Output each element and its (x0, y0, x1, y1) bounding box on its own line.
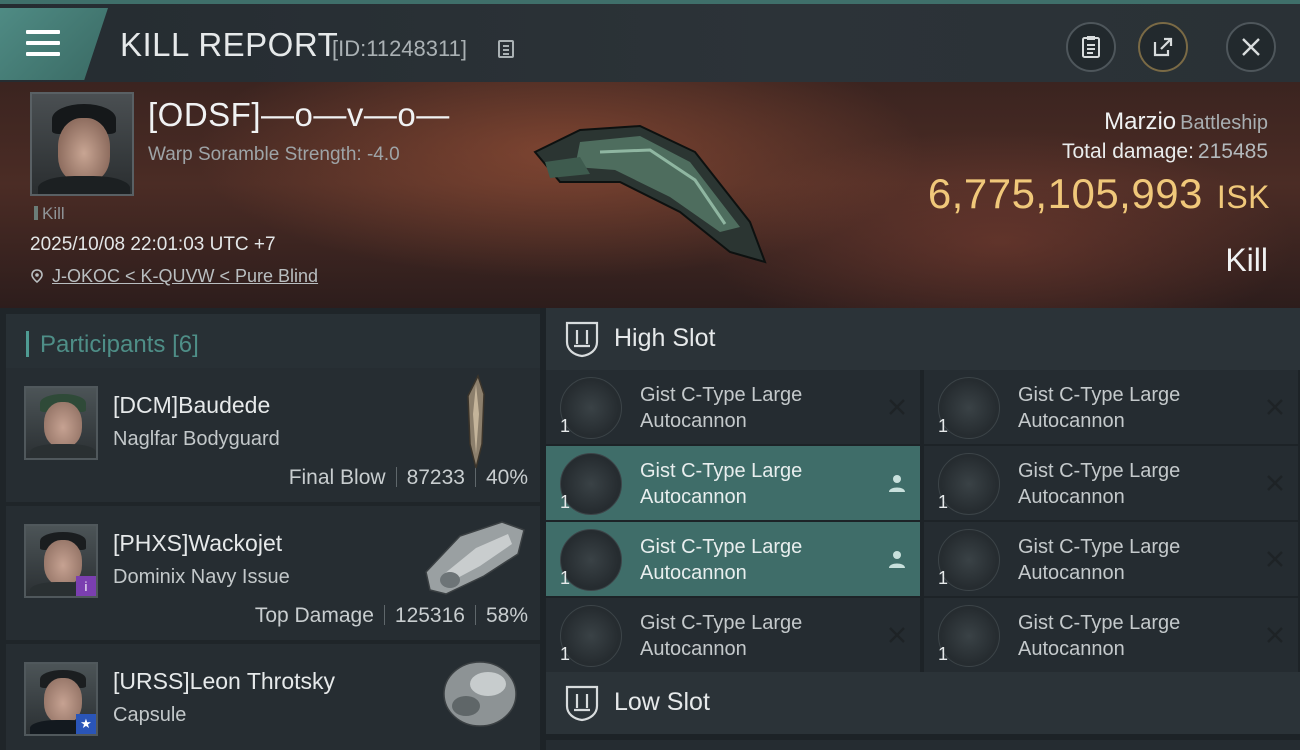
module-slot[interactable]: 1 Gist C-Type Large Autocannon (546, 598, 920, 672)
participant-percent: 58% (485, 604, 528, 627)
destroyed-icon (1267, 551, 1283, 567)
copy-icon[interactable] (498, 40, 514, 58)
participant-card[interactable]: [DCM]Baudede Naglfar Bodyguard Final Blo… (6, 368, 540, 502)
participant-name[interactable]: [URSS]Leon Throtsky (113, 668, 335, 695)
destroyed-icon (1267, 399, 1283, 415)
participant-ship-image (425, 521, 525, 595)
star-badge-icon: ★ (76, 714, 96, 734)
header-bar: KILL REPORT [ID:11248311] (0, 0, 1300, 82)
module-name: Gist C-Type Large Autocannon (1018, 612, 1181, 660)
module-quantity: 1 (938, 416, 949, 436)
module-slot[interactable]: 1 Gist C-Type Large Autocannon (924, 522, 1298, 596)
module-slot[interactable]: 1 Gist C-Type Large Autocannon (924, 370, 1298, 444)
module-quantity: 1 (560, 568, 571, 588)
hamburger-icon (26, 30, 60, 58)
victim-ship-class: Battleship (1180, 112, 1268, 134)
location-pin-icon (31, 269, 43, 283)
module-slot[interactable]: 1 Gist C-Type Large Autocannon (924, 446, 1298, 520)
participant-stats: Top Damage 125316 58% (255, 604, 528, 628)
victim-name[interactable]: [ODSF]—o—v—o— (148, 96, 450, 134)
participant-name[interactable]: [DCM]Baudede (113, 392, 270, 419)
module-quantity: 1 (560, 416, 571, 436)
page-title: KILL REPORT (120, 26, 339, 63)
module-quantity: 1 (560, 644, 571, 664)
participant-card[interactable]: i [PHXS]Wackojet Dominix Navy Issue Top … (6, 506, 540, 640)
participant-ship-image (443, 661, 517, 727)
participant-portrait[interactable] (24, 386, 98, 460)
module-quantity: 1 (938, 568, 949, 588)
fittings-panel: High Slot 1 Gist C-Type Large Autocannon … (540, 308, 1300, 750)
isk-amount: 6,775,105,993 (927, 170, 1203, 217)
kill-timestamp: 2025/10/08 22:01:03 UTC +7 (30, 234, 276, 255)
kill-tag: Kill (34, 204, 65, 224)
report-id: [ID:11248311] (332, 36, 467, 61)
participants-panel: Participants [6] [DCM]Baudede Naglfar Bo… (0, 308, 540, 750)
clipboard-icon (1082, 36, 1100, 58)
victim-subtitle: Warp Soramble Strength: -4.0 (148, 144, 400, 165)
module-quantity: 1 (560, 492, 571, 512)
victim-ship-name[interactable]: Marzio (1104, 108, 1176, 135)
isk-unit: ISK (1216, 179, 1270, 215)
info-badge-icon: i (76, 576, 96, 596)
module-name: Gist C-Type Large Autocannon (640, 612, 803, 660)
close-icon (1242, 38, 1260, 56)
victim-portrait[interactable] (30, 92, 134, 196)
isk-value: 6,775,105,993 ISK (928, 170, 1270, 218)
module-slot[interactable]: 1 Gist C-Type Large Autocannon (546, 446, 920, 520)
module-quantity: 1 (938, 492, 949, 512)
total-damage-value: 215485 (1197, 140, 1268, 163)
high-slot-label: High Slot (614, 324, 716, 352)
dropped-person-icon (889, 475, 905, 492)
low-slot-header: Low Slot (546, 672, 1300, 734)
share-icon (1153, 37, 1173, 57)
high-slot-header: High Slot (546, 308, 1300, 370)
module-slot[interactable]: 1 Gist C-Type Large Autocannon (546, 522, 920, 596)
participants-count: [6] (172, 331, 199, 358)
close-button[interactable] (1226, 22, 1276, 72)
low-slot-peek (546, 740, 1300, 750)
total-damage: Total damage: 215485 (1062, 140, 1268, 164)
module-name: Gist C-Type Large Autocannon (640, 384, 803, 432)
participant-ship: Dominix Navy Issue (113, 566, 290, 588)
participant-role: Final Blow (288, 466, 386, 489)
module-name: Gist C-Type Large Autocannon (1018, 536, 1181, 584)
menu-button[interactable] (0, 8, 108, 80)
high-slot-icon (565, 321, 599, 358)
victim-ship-image (533, 124, 767, 264)
kill-location[interactable]: J-OKOC < K-QUVW < Pure Blind (30, 266, 318, 287)
participant-name[interactable]: [PHXS]Wackojet (113, 530, 282, 557)
result-label: Kill (1225, 242, 1268, 278)
participant-ship-image (467, 374, 485, 469)
participants-header: Participants [6] (6, 314, 540, 372)
module-quantity: 1 (938, 644, 949, 664)
module-name: Gist C-Type Large Autocannon (640, 536, 803, 584)
module-slot[interactable]: 1 Gist C-Type Large Autocannon (924, 598, 1298, 672)
participant-card[interactable]: ★ [URSS]Leon Throtsky Capsule (6, 644, 540, 750)
module-name: Gist C-Type Large Autocannon (640, 460, 803, 508)
participant-damage: 125316 (394, 604, 465, 627)
victim-ship: Marzio Battleship (1104, 108, 1268, 136)
participant-ship: Capsule (113, 704, 187, 726)
destroyed-icon (1267, 475, 1283, 491)
destroyed-icon (1267, 627, 1283, 643)
participant-role: Top Damage (254, 604, 374, 627)
module-name: Gist C-Type Large Autocannon (1018, 460, 1181, 508)
dropped-person-icon (889, 551, 905, 568)
module-slot[interactable]: 1 Gist C-Type Large Autocannon (546, 370, 920, 444)
destroyed-icon (889, 627, 905, 643)
participants-title: Participants [6] (40, 331, 199, 358)
low-slot-label: Low Slot (614, 688, 710, 716)
share-button[interactable] (1138, 22, 1188, 72)
total-damage-label: Total damage: (1062, 140, 1194, 163)
destroyed-icon (889, 399, 905, 415)
module-name: Gist C-Type Large Autocannon (1018, 384, 1181, 432)
location-link[interactable]: J-OKOC < K-QUVW < Pure Blind (52, 266, 318, 286)
clipboard-button[interactable] (1066, 22, 1116, 72)
low-slot-icon (565, 685, 599, 722)
participant-ship: Naglfar Bodyguard (113, 428, 280, 450)
victim-banner: [ODSF]—o—v—o— Warp Soramble Strength: -4… (0, 82, 1300, 308)
